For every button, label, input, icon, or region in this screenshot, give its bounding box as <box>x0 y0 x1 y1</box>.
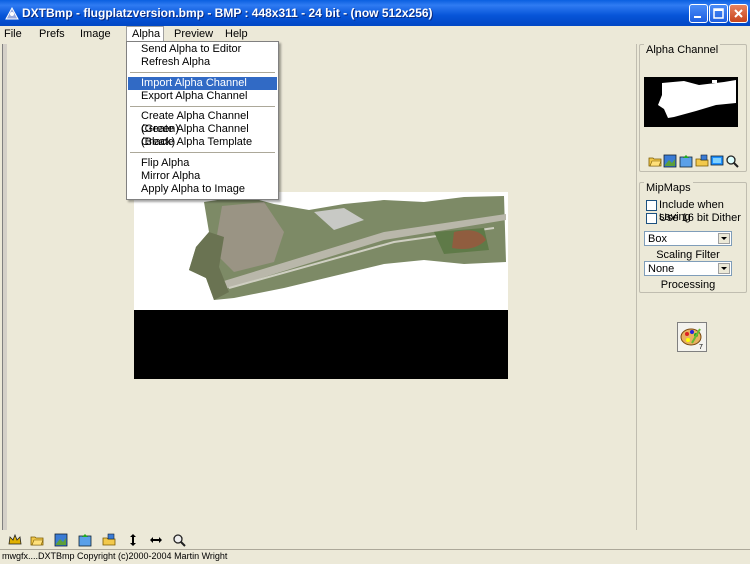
status-bar: mwgfx....DXTBmp Copyright (c)2000-2004 M… <box>0 549 750 564</box>
menu-image[interactable]: Image <box>80 27 111 41</box>
scaling-filter-select[interactable]: Box <box>644 231 732 246</box>
use-16bit-dither-label: Use 16 bit Dither <box>659 212 741 224</box>
airfield-aerial-image <box>189 196 506 300</box>
chevron-down-icon[interactable] <box>718 233 730 244</box>
texture-image <box>134 192 508 310</box>
alpha-dropdown-menu: Send Alpha to Editor Refresh Alpha Impor… <box>126 41 279 200</box>
window-title: DXTBmp - flugplatzversion.bmp - BMP : 44… <box>22 6 433 20</box>
paint-badge: 7 <box>699 344 703 351</box>
app-icon <box>5 6 19 20</box>
menu-flip-alpha[interactable]: Flip Alpha <box>128 157 277 170</box>
menu-help[interactable]: Help <box>225 27 248 41</box>
horizontal-flip-icon[interactable] <box>149 533 163 547</box>
alpha-mask-preview <box>658 80 736 118</box>
paint-editor-button[interactable]: 7 <box>677 322 707 352</box>
close-button[interactable] <box>729 4 748 23</box>
processing-label: Processing <box>660 279 716 291</box>
menu-create-alpha-black[interactable]: Create Alpha Channel (Black) <box>128 123 277 148</box>
folder-image-icon[interactable] <box>102 533 116 547</box>
alpha-preview <box>644 77 738 127</box>
bottom-toolbar <box>0 531 750 549</box>
menu-create-alpha-green[interactable]: Create Alpha Channel (Green) <box>128 110 277 135</box>
crown-icon[interactable] <box>8 533 22 547</box>
zoom-icon[interactable] <box>725 154 739 168</box>
folder-image-icon[interactable] <box>695 154 709 168</box>
open-folder-icon[interactable] <box>30 533 44 547</box>
close-icon <box>734 9 743 18</box>
menu-apply-alpha-to-image[interactable]: Apply Alpha to Image <box>128 183 277 196</box>
menu-send-alpha-to-editor[interactable]: Send Alpha to Editor <box>128 43 277 56</box>
menu-separator <box>130 72 275 73</box>
open-folder-icon[interactable] <box>648 154 662 168</box>
scaling-filter-value: Box <box>648 233 667 245</box>
zoom-icon[interactable] <box>172 533 186 547</box>
menu-separator <box>130 152 275 153</box>
alpha-channel-label: Alpha Channel <box>644 44 721 56</box>
chevron-down-icon[interactable] <box>718 263 730 274</box>
minimize-icon <box>694 16 701 18</box>
export-image-icon[interactable] <box>679 154 693 168</box>
export-image-icon[interactable] <box>78 533 92 547</box>
image-icon[interactable] <box>663 154 677 168</box>
menu-alpha[interactable]: Alpha <box>126 26 164 41</box>
vertical-flip-icon[interactable] <box>126 533 140 547</box>
menu-separator <box>130 106 275 107</box>
menu-prefs[interactable]: Prefs <box>39 27 65 41</box>
use-16bit-dither-checkbox[interactable] <box>646 213 657 224</box>
palette-icon: 7 <box>680 328 703 351</box>
menu-file[interactable]: File <box>4 27 22 41</box>
processing-select[interactable]: None <box>644 261 732 276</box>
save-image-icon[interactable] <box>54 533 68 547</box>
menu-import-alpha-channel[interactable]: Import Alpha Channel <box>128 77 277 90</box>
mipmaps-label: MipMaps <box>644 182 693 194</box>
title-bar[interactable]: DXTBmp - flugplatzversion.bmp - BMP : 44… <box>0 0 750 26</box>
menu-mirror-alpha[interactable]: Mirror Alpha <box>128 170 277 183</box>
screen-icon[interactable] <box>710 154 724 168</box>
status-text: mwgfx....DXTBmp Copyright (c)2000-2004 M… <box>2 551 228 561</box>
maximize-button[interactable] <box>709 4 728 23</box>
minimize-button[interactable] <box>689 4 708 23</box>
scaling-filter-label: Scaling Filter <box>656 249 720 261</box>
menu-bar: File Prefs Image Alpha Preview Help <box>0 26 750 42</box>
menu-refresh-alpha[interactable]: Refresh Alpha <box>128 56 277 69</box>
menu-export-alpha-channel[interactable]: Export Alpha Channel <box>128 90 277 103</box>
processing-value: None <box>648 263 675 275</box>
menu-create-alpha-template[interactable]: Create Alpha Template <box>128 136 277 149</box>
include-when-saving-checkbox[interactable] <box>646 200 657 211</box>
maximize-icon <box>713 8 724 19</box>
menu-preview[interactable]: Preview <box>174 27 213 41</box>
alpha-black-region <box>134 310 508 379</box>
